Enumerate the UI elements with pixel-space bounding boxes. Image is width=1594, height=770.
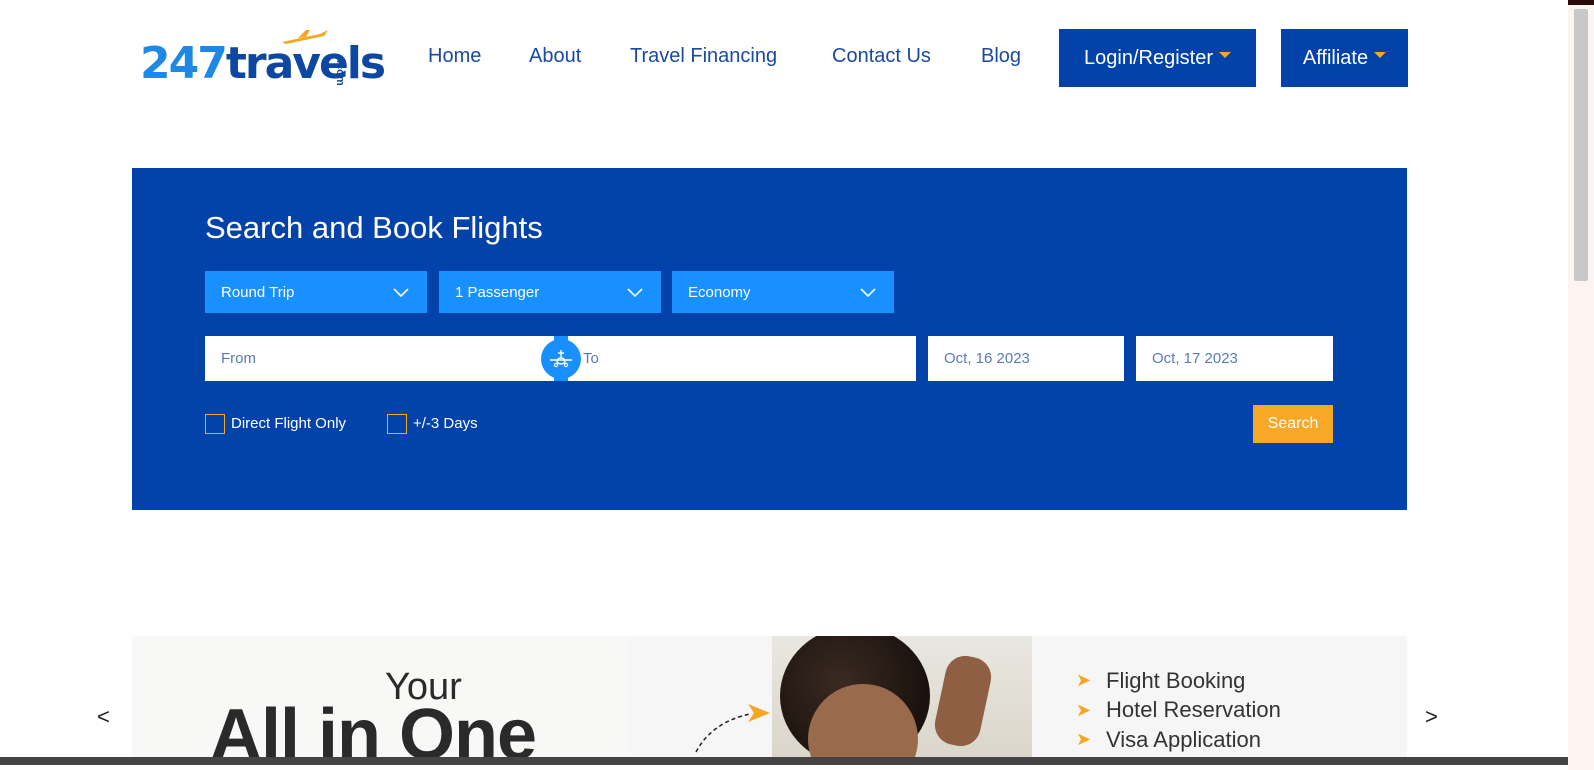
return-date-value: Oct, 17 2023 [1152,350,1238,367]
search-button[interactable]: Search [1253,405,1333,443]
nav-contact-us[interactable]: Contact Us [832,45,931,68]
return-date-input[interactable]: Oct, 17 2023 [1136,336,1333,381]
login-register-label: Login/Register [1084,46,1213,69]
nav-blog[interactable]: Blog [981,45,1021,68]
service-item: ➤ Hotel Reservation [1076,697,1281,723]
promo-carousel: Your All in One ➤ Flight Booking ➤ Hotel R… [132,636,1407,765]
plane-icon [282,30,328,44]
cabin-class-select[interactable]: Economy [672,271,894,313]
arrow-right-icon: ➤ [1076,729,1092,750]
swap-locations-button[interactable] [541,339,581,379]
banner-headline-big: All in One [210,695,537,765]
arrow-right-icon: ➤ [1076,699,1092,720]
depart-date-input[interactable]: Oct, 16 2023 [928,336,1124,381]
flight-search-panel: Search and Book Flights Round Trip 1 Pas… [132,168,1407,510]
trip-type-value: Round Trip [221,283,295,301]
trip-type-select[interactable]: Round Trip [205,271,427,313]
carousel-next-button[interactable]: > [1425,704,1438,730]
flex-days-checkbox[interactable] [387,414,407,434]
service-list: ➤ Flight Booking ➤ Hotel Reservation ➤ Visa… [1076,666,1281,755]
page: 247travels .com Home About Travel Financ… [0,0,1568,765]
nav-home[interactable]: Home [428,45,481,68]
depart-date-value: Oct, 16 2023 [944,350,1030,367]
arrow-right-icon: ➤ [1076,670,1092,691]
chevron-down-icon [627,288,643,298]
chevron-down-icon [860,288,876,298]
logo-suffix: .com [334,60,346,86]
from-placeholder: From [221,350,256,367]
cabin-class-value: Economy [688,283,751,301]
taskbar-strip [0,757,1568,765]
arrow-decoration-icon [695,704,770,753]
logo-text: 247travels [140,38,386,89]
service-item: ➤ Visa Application [1076,726,1261,752]
flex-days-label: +/-3 Days [413,415,478,432]
caret-down-icon [1374,52,1387,58]
direct-flight-checkbox[interactable] [205,414,225,434]
affiliate-label: Affiliate [1302,46,1369,69]
to-placeholder: To [583,350,599,367]
panel-title: Search and Book Flights [205,210,543,245]
caret-down-icon [1218,52,1231,58]
from-input[interactable]: From [205,336,557,381]
airplane-icon [550,350,572,368]
nav-about[interactable]: About [529,45,581,68]
direct-flight-label: Direct Flight Only [231,415,347,432]
nav-travel-financing[interactable]: Travel Financing [630,45,777,68]
passenger-value: 1 Passenger [455,283,540,301]
site-logo[interactable]: 247travels .com [140,30,386,100]
carousel-prev-button[interactable]: < [97,704,110,730]
scrollbar-thumb[interactable] [1574,9,1588,281]
to-input[interactable]: To [567,336,916,381]
login-register-button[interactable]: Login/Register [1059,29,1256,87]
affiliate-button[interactable]: Affiliate [1281,29,1408,87]
service-item: ➤ Flight Booking [1076,667,1246,693]
page-scrollbar[interactable] [1568,5,1594,770]
passenger-select[interactable]: 1 Passenger [439,271,661,313]
chevron-down-icon [393,288,409,298]
